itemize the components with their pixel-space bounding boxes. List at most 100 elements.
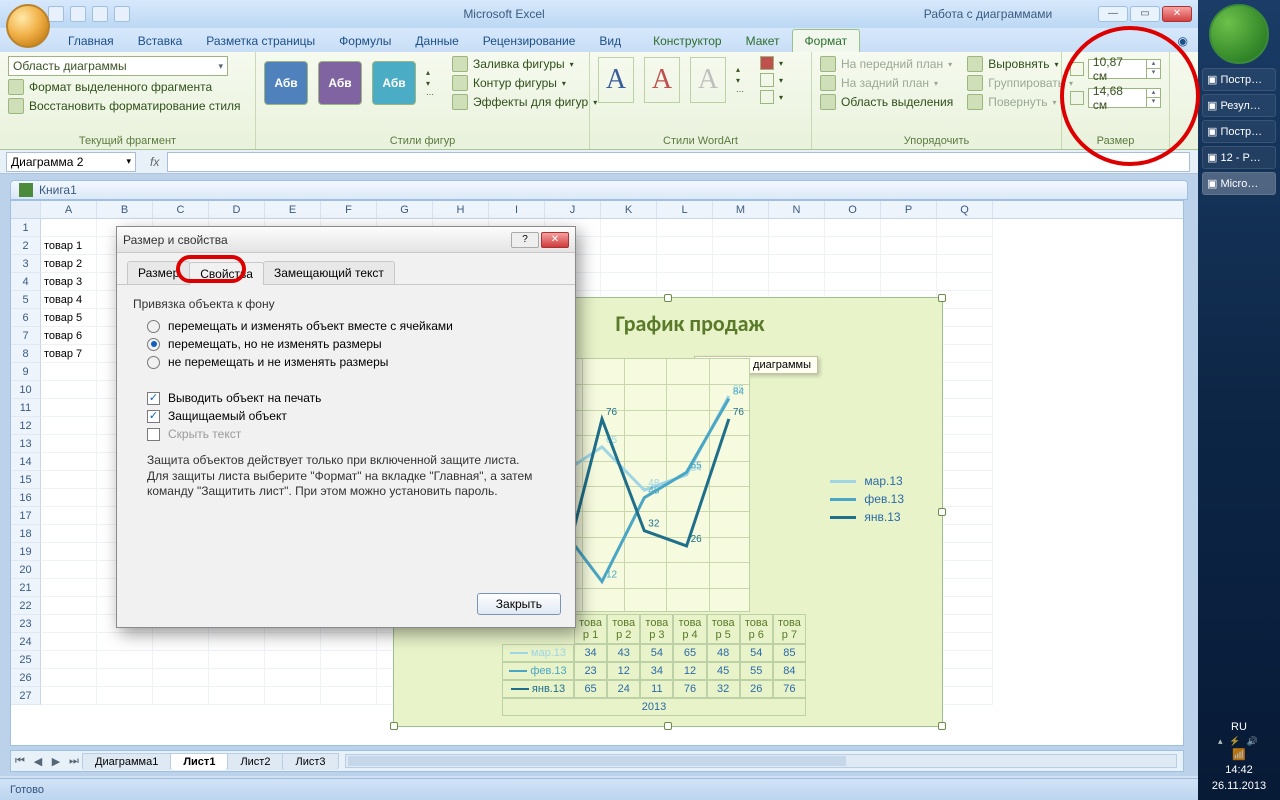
row-header[interactable]: 16 [11, 489, 41, 507]
cell[interactable] [209, 687, 265, 705]
row-header[interactable]: 24 [11, 633, 41, 651]
column-header[interactable]: B [97, 201, 153, 218]
gallery-up-icon[interactable]: ▴ [426, 68, 440, 77]
cell[interactable] [937, 435, 993, 453]
taskbar-item[interactable]: ▣ Резул… [1202, 94, 1276, 117]
taskbar-item[interactable]: ▣ Micro… [1202, 172, 1276, 195]
cell[interactable] [41, 399, 97, 417]
ribbon-tab[interactable]: Разметка страницы [194, 30, 327, 52]
close-button[interactable]: ✕ [1162, 6, 1192, 22]
cell[interactable] [321, 669, 377, 687]
column-header[interactable]: E [265, 201, 321, 218]
sheet-nav-prev[interactable]: ◀ [29, 755, 47, 768]
cell[interactable] [881, 273, 937, 291]
select-all-corner[interactable] [11, 201, 41, 218]
dialog-help-button[interactable]: ? [511, 232, 539, 248]
cell[interactable] [657, 273, 713, 291]
cell[interactable] [41, 525, 97, 543]
cell[interactable] [41, 669, 97, 687]
office-button[interactable] [6, 4, 50, 48]
cell[interactable] [937, 579, 993, 597]
cell[interactable] [265, 633, 321, 651]
sheet-nav-next[interactable]: ▶ [47, 755, 65, 768]
cell[interactable] [97, 669, 153, 687]
row-header[interactable]: 1 [11, 219, 41, 237]
cell[interactable] [209, 669, 265, 687]
spin-down-icon[interactable]: ▾ [1146, 98, 1160, 107]
column-header[interactable]: N [769, 201, 825, 218]
cell[interactable] [937, 381, 993, 399]
format-selection-button[interactable]: Формат выделенного фрагмента [8, 79, 247, 95]
cell[interactable] [657, 219, 713, 237]
row-header[interactable]: 14 [11, 453, 41, 471]
cell[interactable]: товар 6 [41, 327, 97, 345]
shape-effects-button[interactable]: Эффекты для фигур ▾ [452, 94, 597, 110]
shape-style-1[interactable]: Абв [264, 61, 308, 105]
cell[interactable] [97, 633, 153, 651]
cell[interactable] [657, 237, 713, 255]
cell[interactable] [825, 273, 881, 291]
cell[interactable] [769, 237, 825, 255]
column-header[interactable]: L [657, 201, 713, 218]
cell[interactable] [265, 651, 321, 669]
cell[interactable]: товар 1 [41, 237, 97, 255]
selection-pane-button[interactable]: Область выделения [820, 94, 953, 110]
save-icon[interactable] [48, 6, 64, 22]
cell[interactable] [265, 687, 321, 705]
redo-icon[interactable] [92, 6, 108, 22]
column-header[interactable]: P [881, 201, 937, 218]
shape-style-3[interactable]: Абв [372, 61, 416, 105]
cell[interactable] [825, 255, 881, 273]
cell[interactable] [937, 273, 993, 291]
cell[interactable] [209, 633, 265, 651]
cell[interactable] [769, 273, 825, 291]
cell[interactable] [601, 237, 657, 255]
cell[interactable] [657, 255, 713, 273]
cell[interactable] [153, 669, 209, 687]
row-header[interactable]: 19 [11, 543, 41, 561]
dialog-tab[interactable]: Размер [127, 261, 190, 284]
gallery-more-icon[interactable]: ⋯ [736, 87, 750, 96]
cell[interactable] [601, 219, 657, 237]
gallery-down-icon[interactable]: ▾ [426, 79, 440, 88]
cell[interactable] [153, 633, 209, 651]
cell[interactable] [321, 651, 377, 669]
cell[interactable] [937, 633, 993, 651]
name-box[interactable]: Диаграмма 2 ▾ [6, 152, 136, 172]
ribbon-tab[interactable]: Вид [587, 30, 633, 52]
chart-legend[interactable]: мар.13фев.13янв.13 [830, 470, 904, 528]
ribbon-context-tab[interactable]: Формат [792, 29, 861, 52]
cell[interactable] [937, 399, 993, 417]
cell[interactable] [41, 435, 97, 453]
start-button[interactable] [1209, 4, 1269, 64]
cell[interactable] [881, 237, 937, 255]
dialog-radio-option[interactable]: перемещать, но не изменять размеры [147, 337, 559, 351]
cell[interactable] [937, 651, 993, 669]
dialog-checkbox-option[interactable]: Защищаемый объект [147, 409, 559, 423]
cell[interactable] [41, 597, 97, 615]
cell[interactable] [937, 597, 993, 615]
legend-item[interactable]: фев.13 [830, 492, 904, 506]
chart-element-combo[interactable]: Область диаграммы ▾ [8, 56, 228, 76]
cell[interactable] [41, 507, 97, 525]
formula-input[interactable] [167, 152, 1190, 172]
dialog-titlebar[interactable]: Размер и свойства ? ✕ [117, 227, 575, 253]
cell[interactable] [41, 651, 97, 669]
cell[interactable] [41, 633, 97, 651]
row-header[interactable]: 25 [11, 651, 41, 669]
column-header[interactable]: K [601, 201, 657, 218]
row-header[interactable]: 13 [11, 435, 41, 453]
cell[interactable] [41, 579, 97, 597]
cell[interactable] [153, 687, 209, 705]
ribbon-tab[interactable]: Главная [56, 30, 126, 52]
cell[interactable] [713, 219, 769, 237]
wordart-style-1[interactable]: A [598, 57, 634, 103]
cell[interactable] [713, 237, 769, 255]
row-header[interactable]: 15 [11, 471, 41, 489]
text-effects-button[interactable]: ▾ [760, 90, 783, 104]
row-header[interactable]: 26 [11, 669, 41, 687]
row-header[interactable]: 2 [11, 237, 41, 255]
quick-access-toolbar[interactable] [42, 6, 130, 22]
undo-icon[interactable] [70, 6, 86, 22]
cell[interactable] [937, 489, 993, 507]
